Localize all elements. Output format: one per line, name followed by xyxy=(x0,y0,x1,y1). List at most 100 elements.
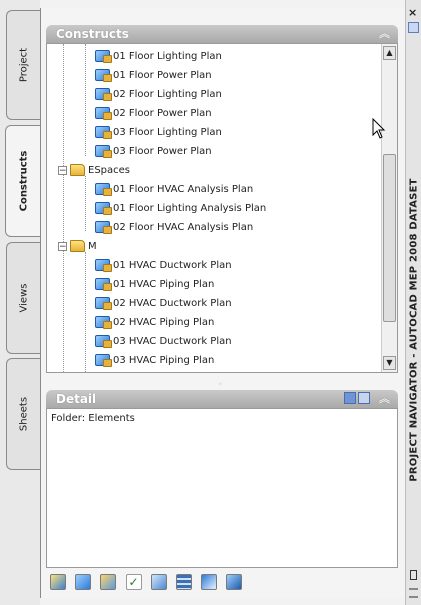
scroll-down-button[interactable]: ▼ xyxy=(383,356,396,370)
folder-icon xyxy=(70,164,85,176)
tree-item-label: 01 Floor Lighting Analysis Plan xyxy=(113,203,267,214)
tree-item[interactable]: 03 Floor Lighting Plan xyxy=(95,123,222,142)
construct-icon xyxy=(95,297,112,310)
tree-item-label: 03 Floor Power Plan xyxy=(113,146,212,157)
tree-item[interactable]: 03 Floor Power Plan xyxy=(95,142,212,161)
tree-item[interactable]: 02 Floor Power Plan xyxy=(95,104,212,123)
detail-panel-title: Detail xyxy=(56,392,97,406)
add-element-icon[interactable] xyxy=(100,574,117,590)
tree-item-label: 01 Floor Lighting Plan xyxy=(113,51,222,62)
mouse-cursor-icon xyxy=(372,118,386,139)
construct-icon xyxy=(95,221,112,234)
folder-icon xyxy=(70,240,85,252)
tab-sheets-label: Sheets xyxy=(18,396,29,432)
construct-icon xyxy=(95,259,112,272)
repath-icon[interactable]: ✓ xyxy=(125,574,142,590)
scroll-thumb[interactable] xyxy=(383,154,396,322)
project-browser-icon[interactable] xyxy=(226,574,243,590)
tree-folder-label: M xyxy=(88,241,97,252)
close-icon[interactable]: × xyxy=(408,6,417,19)
construct-icon xyxy=(95,183,112,196)
tree-scrollbar[interactable]: ▲ ▼ xyxy=(381,44,397,372)
detail-content: Folder: Elements xyxy=(46,408,398,568)
preview-view-icon[interactable] xyxy=(358,392,370,404)
tree-folder[interactable]: − M xyxy=(58,237,97,256)
tree-guide-line xyxy=(85,176,86,231)
detail-text: Folder: Elements xyxy=(51,413,135,424)
construct-icon xyxy=(95,50,112,63)
tree-item-label: 02 Floor HVAC Analysis Plan xyxy=(113,222,254,233)
tree-item[interactable]: 02 HVAC Piping Plan xyxy=(95,313,214,332)
constructs-tree[interactable]: 01 Floor Lighting Plan 01 Floor Power Pl… xyxy=(46,43,398,373)
construct-icon xyxy=(95,88,112,101)
tree-item[interactable]: 02 Floor Lighting Plan xyxy=(95,85,222,104)
tab-strip: Project Constructs Views Sheets xyxy=(0,0,41,605)
tab-project-label: Project xyxy=(18,47,29,83)
tree-item-label: 02 HVAC Ductwork Plan xyxy=(113,298,232,309)
collapse-chevron-icon[interactable]: ︽ xyxy=(379,25,390,43)
constructs-panel-title: Constructs xyxy=(56,27,129,41)
collapse-chevron-icon[interactable]: ︽ xyxy=(379,390,390,408)
detail-panel-header[interactable]: Detail ︽ xyxy=(46,390,398,408)
tree-item-label: 03 HVAC Piping Plan xyxy=(113,355,215,366)
detail-view-icon[interactable] xyxy=(344,392,356,404)
tree-item[interactable]: 02 Floor HVAC Analysis Plan xyxy=(95,218,253,237)
tree-item-label: 01 Floor Power Plan xyxy=(113,70,212,81)
collapse-toggle-icon[interactable]: − xyxy=(58,241,67,251)
construct-icon xyxy=(95,69,112,82)
tree-item-label: 01 HVAC Piping Plan xyxy=(113,279,215,290)
construct-icon xyxy=(95,354,112,367)
tree-guide-line xyxy=(85,44,86,156)
folder-icon xyxy=(70,372,85,373)
tree-item[interactable]: 01 Floor HVAC Analysis Plan xyxy=(95,180,253,199)
tab-views[interactable]: Views xyxy=(6,242,40,354)
tree-item-label: 01 HVAC Ductwork Plan xyxy=(113,260,232,271)
tree-item[interactable]: 02 HVAC Ductwork Plan xyxy=(95,294,232,313)
grip-icon[interactable] xyxy=(409,588,418,598)
tree-folder[interactable]: − ESpaces xyxy=(58,161,130,180)
construct-icon xyxy=(95,316,112,329)
refresh-icon[interactable] xyxy=(150,574,167,590)
scroll-up-button[interactable]: ▲ xyxy=(383,46,396,60)
tree-item[interactable]: 01 HVAC Ductwork Plan xyxy=(95,256,232,275)
tree-item[interactable]: 01 Floor Lighting Plan xyxy=(95,47,222,66)
tree-item-label: 03 Floor Lighting Plan xyxy=(113,127,222,138)
construct-icon xyxy=(95,145,112,158)
tree-guide-line xyxy=(85,252,86,372)
tree-item[interactable]: 01 Floor Lighting Analysis Plan xyxy=(95,199,266,218)
tree-item[interactable]: 03 HVAC Piping Plan xyxy=(95,351,214,370)
tree-folder-label: ESpaces xyxy=(88,165,131,176)
tab-views-label: Views xyxy=(18,283,29,313)
regenerate-icon[interactable] xyxy=(201,574,218,590)
tree-item-label: 02 Floor Lighting Plan xyxy=(113,89,222,100)
palette-title-bar[interactable]: × PROJECT NAVIGATOR - AUTOCAD MEP 2008 D… xyxy=(405,0,421,605)
collapse-toggle-icon[interactable]: − xyxy=(58,165,67,175)
tree-item-label: 02 HVAC Piping Plan xyxy=(113,317,215,328)
tree-folder-partial[interactable]: + xyxy=(58,369,88,373)
bottom-toolbar: ✓ xyxy=(50,574,248,596)
tree-item[interactable]: 01 HVAC Piping Plan xyxy=(95,275,214,294)
properties-icon[interactable] xyxy=(408,22,419,33)
add-construct-icon[interactable] xyxy=(50,574,66,590)
splitter-grip-icon[interactable]: ◦ xyxy=(218,380,223,389)
tree-guide-line xyxy=(63,44,64,372)
tab-project[interactable]: Project xyxy=(6,10,40,120)
tree-item-label: 02 Floor Power Plan xyxy=(113,108,212,119)
tab-sheets[interactable]: Sheets xyxy=(6,358,40,470)
tab-constructs[interactable]: Constructs xyxy=(5,125,41,237)
construct-icon xyxy=(95,126,112,139)
tree-item-label: 01 Floor HVAC Analysis Plan xyxy=(113,184,254,195)
tree-item[interactable]: 01 Floor Power Plan xyxy=(95,66,212,85)
tab-constructs-label: Constructs xyxy=(18,150,29,212)
construct-icon xyxy=(95,335,112,348)
construct-icon xyxy=(95,278,112,291)
construct-icon xyxy=(95,202,112,215)
tree-item[interactable]: 03 HVAC Ductwork Plan xyxy=(95,332,232,351)
auto-hide-icon[interactable] xyxy=(410,570,417,580)
constructs-panel-header[interactable]: Constructs ︽ xyxy=(46,25,398,43)
add-view-icon[interactable] xyxy=(75,574,92,590)
tree-item-label: 03 HVAC Ductwork Plan xyxy=(113,336,232,347)
table-icon[interactable] xyxy=(175,574,192,590)
window-title: PROJECT NAVIGATOR - AUTOCAD MEP 2008 DAT… xyxy=(408,178,419,482)
construct-icon xyxy=(95,107,112,120)
